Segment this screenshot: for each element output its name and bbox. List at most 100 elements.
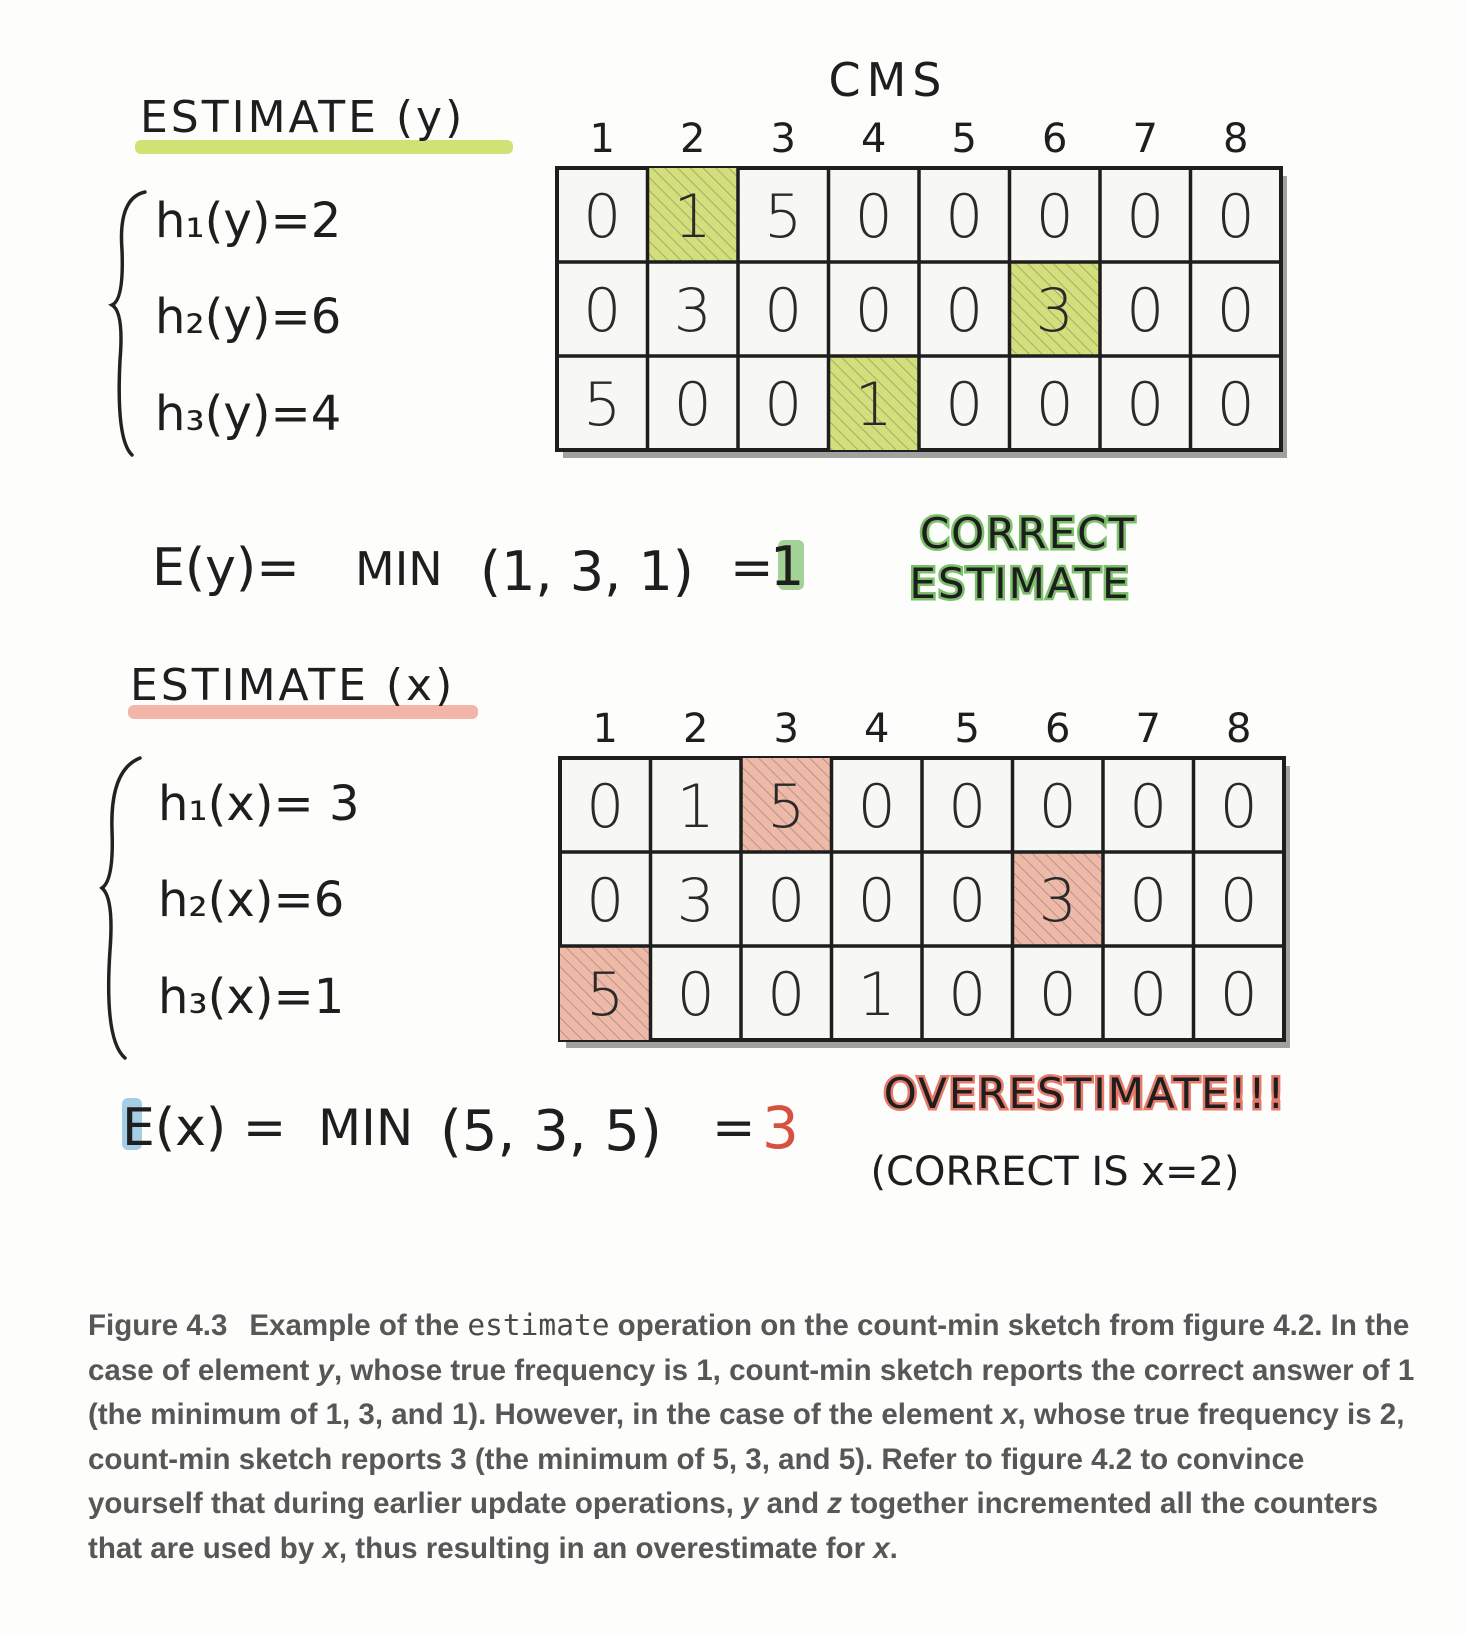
estimate-x-formula: E(x) = MIN (5, 3, 5) = 3 bbox=[122, 1094, 799, 1164]
estimate-y-cell-r2-c7: 0 bbox=[1126, 276, 1164, 346]
estimate-x-note-line2: (CORRECT IS x=2) bbox=[870, 1149, 1239, 1195]
caption-text-5: and bbox=[758, 1487, 828, 1520]
caption-var-x-2: x bbox=[322, 1531, 339, 1565]
estimate-y-note-line2: ESTIMATE bbox=[909, 559, 1130, 608]
estimate-x-formula-lhs: E(x) = bbox=[122, 1098, 286, 1158]
estimate-y-column-label-2: 2 bbox=[680, 116, 705, 162]
estimate-y-column-label-8: 8 bbox=[1223, 116, 1248, 162]
estimate-y-formula-lhs: E(y)= bbox=[152, 538, 300, 598]
estimate-y-cell-r3-c5: 0 bbox=[945, 370, 983, 440]
estimate-x-cell-r2-c2: 3 bbox=[677, 866, 715, 936]
estimate-x-cell-r2-c5: 0 bbox=[948, 866, 986, 936]
estimate-y-cell-r3-c3: 0 bbox=[764, 370, 802, 440]
estimate-x-column-label-1: 1 bbox=[593, 706, 618, 752]
estimate-x-formula-min: MIN bbox=[318, 1099, 413, 1157]
caption-text-7: , thus resulting in an overestimate for bbox=[338, 1531, 874, 1565]
estimate-y-column-label-1: 1 bbox=[590, 116, 615, 162]
estimate-x-cell-r3-c8: 0 bbox=[1220, 960, 1258, 1030]
estimate-y-column-label-5: 5 bbox=[952, 116, 977, 162]
estimate-x-cell-r2-c6: 3 bbox=[1039, 866, 1077, 936]
estimate-x-cell-r3-c2: 0 bbox=[677, 960, 715, 1030]
estimate-x-note-line1: OVERESTIMATE!!! bbox=[884, 1069, 1286, 1118]
estimate-x-column-label-6: 6 bbox=[1045, 706, 1070, 752]
estimate-x-column-label-2: 2 bbox=[683, 706, 708, 752]
estimate-x-cell-r3-c5: 0 bbox=[948, 960, 986, 1030]
estimate-y-brace bbox=[108, 190, 147, 457]
estimate-x-formula-args: (5, 3, 5) bbox=[440, 1099, 662, 1164]
estimate-y-column-labels: 1 2 3 4 5 6 7 8 bbox=[590, 116, 1249, 162]
estimate-x-cell-r1-c4: 0 bbox=[858, 772, 896, 842]
estimate-y-hash-2: h₂(y)=6 bbox=[155, 289, 341, 345]
estimate-x-cell-r3-c1: 5 bbox=[586, 960, 624, 1030]
estimate-x-formula-result: 3 bbox=[762, 1094, 799, 1162]
estimate-y-cell-r1-c2: 1 bbox=[674, 182, 712, 252]
caption-var-y-1: y bbox=[317, 1353, 334, 1387]
estimate-y-cell-r3-c4: 1 bbox=[855, 370, 893, 440]
estimate-x-section: ESTIMATE (x) h₁(x)= 3 h₂(x)=6 h₃(x)=1 1 2… bbox=[99, 660, 1290, 1196]
estimate-x-cell-r3-c4: 1 bbox=[858, 960, 896, 1030]
estimate-y-cell-r3-c6: 0 bbox=[1036, 370, 1074, 440]
estimate-y-cell-r2-c5: 0 bbox=[945, 276, 983, 346]
estimate-x-cell-r1-c1: 0 bbox=[586, 772, 624, 842]
estimate-y-formula-min: MIN bbox=[355, 542, 443, 596]
estimate-y-formula-result: 1 bbox=[770, 535, 804, 598]
estimate-y-cell-r1-c5: 0 bbox=[945, 182, 983, 252]
estimate-y-section: ESTIMATE (y) h₁(y)=2 h₂(y)=6 h₃(y)=4 1 2 3… bbox=[108, 92, 1287, 611]
estimate-x-cell-r2-c7: 0 bbox=[1129, 866, 1167, 936]
estimate-y-cell-r1-c3: 5 bbox=[764, 182, 802, 252]
estimate-y-heading: ESTIMATE (y) bbox=[140, 92, 465, 143]
estimate-x-cell-r1-c3: 5 bbox=[767, 772, 805, 842]
estimate-y-cell-r1-c7: 0 bbox=[1126, 182, 1164, 252]
estimate-y-cell-r1-c6: 0 bbox=[1036, 182, 1074, 252]
estimate-y-formula: E(y)= MIN (1, 3, 1) = 1 bbox=[152, 535, 804, 603]
estimate-y-formula-eq: = bbox=[730, 538, 774, 598]
estimate-y-column-label-6: 6 bbox=[1042, 116, 1067, 162]
estimate-x-column-label-8: 8 bbox=[1226, 706, 1251, 752]
estimate-x-cell-r2-c8: 0 bbox=[1220, 866, 1258, 936]
estimate-y-note-line1: CORRECT bbox=[920, 509, 1136, 558]
estimate-y-cell-r1-c4: 0 bbox=[855, 182, 893, 252]
caption-var-z: z bbox=[827, 1487, 843, 1520]
caption-var-y-2: y bbox=[742, 1487, 759, 1520]
estimate-y-formula-args: (1, 3, 1) bbox=[480, 540, 694, 603]
estimate-y-cell-r2-c8: 0 bbox=[1217, 276, 1255, 346]
estimate-x-cell-r1-c6: 0 bbox=[1039, 772, 1077, 842]
cms-estimate-diagram: CMS ESTIMATE (y) h₁(y)=2 h₂(y)=6 h₃(y)=4… bbox=[99, 53, 1290, 1196]
cms-title: CMS bbox=[828, 53, 947, 107]
estimate-y-cell-r2-c1: 0 bbox=[583, 276, 621, 346]
estimate-y-column-label-4: 4 bbox=[861, 116, 886, 162]
caption-text-1: Example of the bbox=[249, 1309, 468, 1342]
estimate-x-cell-r3-c3: 0 bbox=[767, 960, 805, 1030]
estimate-y-cell-r1-c8: 0 bbox=[1217, 182, 1255, 252]
estimate-y-cell-r3-c8: 0 bbox=[1217, 370, 1255, 440]
caption-code: estimate bbox=[467, 1308, 610, 1342]
figure-caption: Figure 4.3 Example of the estimate operat… bbox=[88, 1303, 1418, 1571]
estimate-x-column-labels: 1 2 3 4 5 6 7 8 bbox=[593, 706, 1252, 752]
estimate-x-hash-1: h₁(x)= 3 bbox=[158, 776, 360, 832]
estimate-y-cell-r3-c7: 0 bbox=[1126, 370, 1164, 440]
estimate-x-heading: ESTIMATE (x) bbox=[130, 660, 455, 711]
estimate-y-hash-3: h₃(y)=4 bbox=[155, 386, 341, 442]
estimate-x-cell-r2-c3: 0 bbox=[767, 866, 805, 936]
estimate-y-column-label-7: 7 bbox=[1133, 116, 1158, 162]
estimate-y-grid: 0 1 5 0 0 0 0 00 3 0 0 0 3 0 05 0 0 1 0 0 0 0 bbox=[555, 166, 1287, 458]
estimate-x-cell-r3-c6: 0 bbox=[1039, 960, 1077, 1030]
caption-label: Figure 4.3 bbox=[88, 1309, 228, 1342]
estimate-y-note: CORRECT ESTIMATE bbox=[907, 507, 1137, 611]
estimate-y-column-label-3: 3 bbox=[771, 116, 796, 162]
estimate-y-cell-r3-c1: 5 bbox=[583, 370, 621, 440]
estimate-x-column-label-7: 7 bbox=[1136, 706, 1161, 752]
estimate-x-note: OVERESTIMATE!!! (CORRECT IS x=2) bbox=[870, 1067, 1286, 1196]
estimate-x-cell-r2-c4: 0 bbox=[858, 866, 896, 936]
estimate-x-cell-r1-c8: 0 bbox=[1220, 772, 1258, 842]
estimate-x-cell-r1-c2: 1 bbox=[677, 772, 715, 842]
estimate-y-cell-r1-c1: 0 bbox=[583, 182, 621, 252]
estimate-x-hash-3: h₃(x)=1 bbox=[158, 969, 344, 1025]
estimate-x-column-label-3: 3 bbox=[774, 706, 799, 752]
estimate-x-brace bbox=[99, 756, 142, 1060]
estimate-x-hash-2: h₂(x)=6 bbox=[158, 872, 344, 928]
estimate-x-cell-r3-c7: 0 bbox=[1129, 960, 1167, 1030]
estimate-y-cell-r2-c3: 0 bbox=[764, 276, 802, 346]
estimate-x-grid: 0 1 5 0 0 0 0 00 3 0 0 0 3 0 05 0 0 1 0 0 0 0 bbox=[558, 756, 1290, 1048]
estimate-x-column-label-5: 5 bbox=[955, 706, 980, 752]
